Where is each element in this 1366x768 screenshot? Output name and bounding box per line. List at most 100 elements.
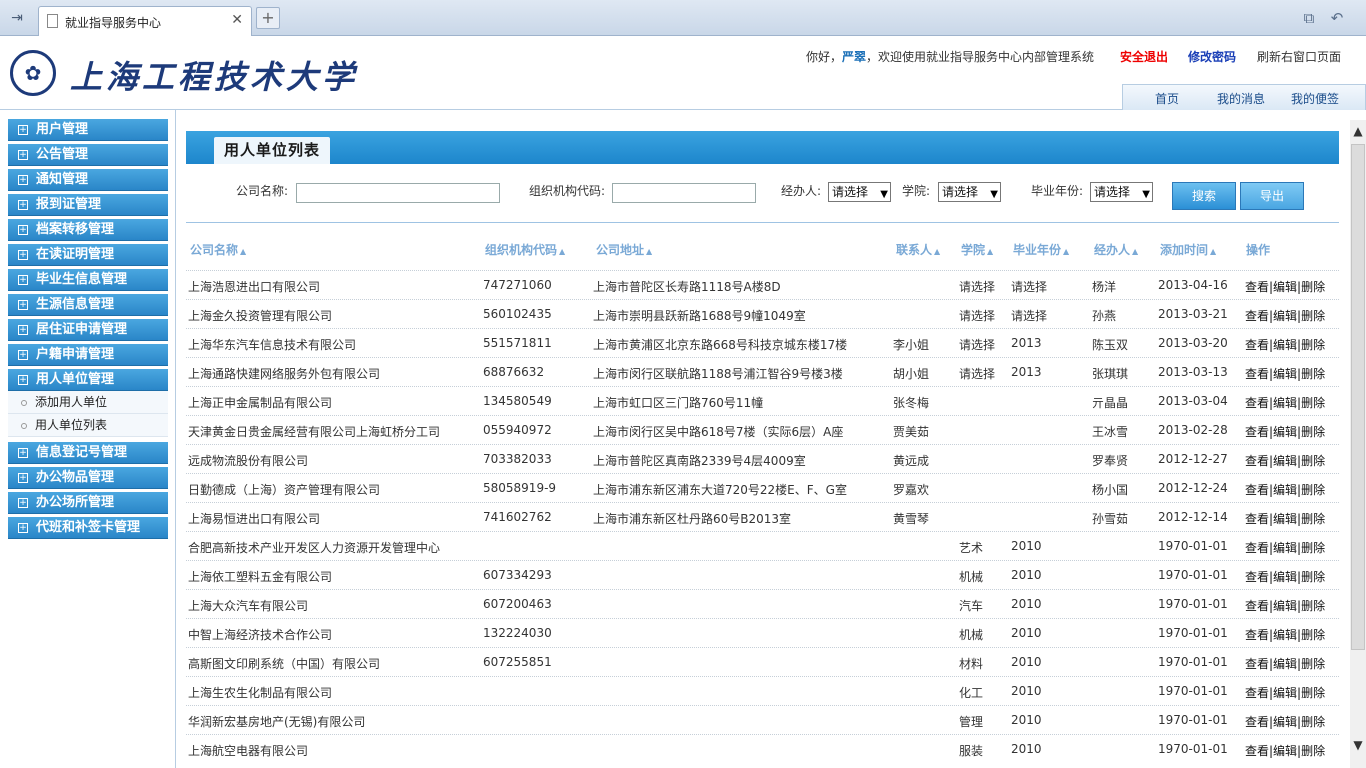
cell-added-date: 1970-01-01 bbox=[1158, 568, 1228, 582]
row-actions[interactable]: 查看|编辑|删除 bbox=[1245, 452, 1325, 469]
agent-select-value: 请选择 bbox=[832, 185, 869, 199]
cell-added-date: 1970-01-01 bbox=[1158, 713, 1228, 727]
sidebar-subitem-employer-list[interactable]: 用人单位列表 bbox=[8, 414, 168, 437]
row-actions[interactable]: 查看|编辑|删除 bbox=[1245, 423, 1325, 440]
sidebar-item-office-space[interactable]: + 办公场所管理 bbox=[8, 492, 168, 514]
agent-select[interactable]: 请选择 ▼ bbox=[828, 182, 891, 202]
cell-org-code: 607255851 bbox=[483, 655, 552, 669]
sidebar-item-registration-number[interactable]: + 信息登记号管理 bbox=[8, 442, 168, 464]
table-row: 日勤德成（上海）资产管理有限公司 58058919-9 上海市浦东新区浦东大道720… bbox=[186, 473, 1339, 502]
sidebar-item-household-registration[interactable]: + 户籍申请管理 bbox=[8, 344, 168, 366]
row-actions[interactable]: 查看|编辑|删除 bbox=[1245, 365, 1325, 382]
row-actions[interactable]: 查看|编辑|删除 bbox=[1245, 394, 1325, 411]
expand-icon: + bbox=[18, 174, 28, 185]
cell-agent: 杨洋 bbox=[1092, 280, 1117, 294]
table-row: 上海华东汽车信息技术有限公司 551571811 上海市黄浦区北京东路668号科技京… bbox=[186, 328, 1339, 357]
sidebar-item-employers[interactable]: + 用人单位管理 bbox=[8, 369, 168, 391]
sidebar-item-announcements[interactable]: + 公告管理 bbox=[8, 144, 168, 166]
cell-address: 上海市闵行区吴中路618号7楼（实际6层）A座 bbox=[593, 425, 844, 439]
sidebar-item-shift-cards[interactable]: + 代班和补签卡管理 bbox=[8, 517, 168, 539]
col-header-org-code[interactable]: 组织机构代码 ▲ bbox=[485, 241, 565, 258]
college-select[interactable]: 请选择 ▼ bbox=[938, 182, 1001, 202]
sidebar-item-office-supplies[interactable]: + 办公物品管理 bbox=[8, 467, 168, 489]
sidebar-item-archive-transfer[interactable]: + 档案转移管理 bbox=[8, 219, 168, 241]
cell-college: 请选择 bbox=[959, 367, 996, 381]
sidebar-subitem-add-employer[interactable]: 添加用人单位 bbox=[8, 391, 168, 414]
cell-company: 上海华东汽车信息技术有限公司 bbox=[188, 338, 357, 352]
sidebar-item-graduate-info[interactable]: + 毕业生信息管理 bbox=[8, 269, 168, 291]
restore-window-icon[interactable]: ⧉ bbox=[1298, 8, 1320, 28]
scrollbar[interactable]: ▲ ▼ bbox=[1350, 120, 1366, 768]
table-row: 上海大众汽车有限公司 607200463 汽车 2010 1970-01-01 查看|编辑… bbox=[186, 589, 1339, 618]
sidebar-item-enrollment-proof[interactable]: + 在读证明管理 bbox=[8, 244, 168, 266]
sidebar-item-label: 毕业生信息管理 bbox=[36, 272, 128, 287]
main-content: 用人单位列表 公司名称: 组织机构代码: 经办人: 请选择 ▼ 学院: 请选择 ▼ … bbox=[176, 110, 1366, 768]
change-password-link[interactable]: 修改密码 bbox=[1188, 48, 1236, 65]
undo-icon[interactable]: ↶ bbox=[1326, 8, 1348, 28]
table-row: 上海正申金属制品有限公司 134580549 上海市虹口区三门路760号11幢 张冬梅… bbox=[186, 386, 1339, 415]
sidebar-item-residence-permit[interactable]: + 居住证申请管理 bbox=[8, 319, 168, 341]
close-tab-icon[interactable]: ✕ bbox=[231, 12, 243, 28]
cell-added-date: 1970-01-01 bbox=[1158, 597, 1228, 611]
table-row: 上海金久投资管理有限公司 560102435 上海市崇明县跃新路1688号9幢104… bbox=[186, 299, 1339, 328]
sidebar-item-label: 办公场所管理 bbox=[36, 495, 115, 510]
scroll-down-icon[interactable]: ▼ bbox=[1350, 734, 1366, 756]
sidebar-item-users[interactable]: + 用户管理 bbox=[8, 119, 168, 141]
col-header-college[interactable]: 学院 ▲ bbox=[961, 241, 993, 258]
sidebar-item-student-source[interactable]: + 生源信息管理 bbox=[8, 294, 168, 316]
row-actions[interactable]: 查看|编辑|删除 bbox=[1245, 307, 1325, 324]
tab-home[interactable]: 首页 bbox=[1155, 90, 1179, 107]
tab-my-notes[interactable]: 我的便签 bbox=[1291, 90, 1339, 107]
logout-link[interactable]: 安全退出 bbox=[1120, 48, 1168, 65]
sort-up-icon: ▲ bbox=[240, 247, 247, 256]
row-actions[interactable]: 查看|编辑|删除 bbox=[1245, 684, 1325, 701]
col-header-grad-year[interactable]: 毕业年份 ▲ bbox=[1013, 241, 1069, 258]
org-code-input[interactable] bbox=[612, 183, 756, 203]
expand-icon: + bbox=[18, 447, 28, 458]
col-header-company[interactable]: 公司名称 ▲ bbox=[190, 241, 246, 258]
scroll-up-icon[interactable]: ▲ bbox=[1350, 120, 1366, 142]
row-actions[interactable]: 查看|编辑|删除 bbox=[1245, 336, 1325, 353]
refresh-frame-link[interactable]: 刷新右窗口页面 bbox=[1257, 48, 1341, 65]
sidebar-item-label: 档案转移管理 bbox=[36, 222, 115, 237]
cell-added-date: 2013-02-28 bbox=[1158, 423, 1228, 437]
sidebar-item-notices[interactable]: + 通知管理 bbox=[8, 169, 168, 191]
col-header-actions: 操作 bbox=[1246, 243, 1271, 257]
col-header-agent[interactable]: 经办人 ▲ bbox=[1094, 241, 1138, 258]
cell-company: 上海金久投资管理有限公司 bbox=[188, 309, 333, 323]
col-header-address[interactable]: 公司地址 ▲ bbox=[596, 241, 652, 258]
row-actions[interactable]: 查看|编辑|删除 bbox=[1245, 742, 1325, 759]
row-actions[interactable]: 查看|编辑|删除 bbox=[1245, 510, 1325, 527]
row-actions[interactable]: 查看|编辑|删除 bbox=[1245, 626, 1325, 643]
tab-my-messages[interactable]: 我的消息 bbox=[1217, 90, 1265, 107]
cell-org-code: 58058919-9 bbox=[483, 481, 557, 495]
cell-grad-year: 2010 bbox=[1011, 568, 1042, 582]
row-actions[interactable]: 查看|编辑|删除 bbox=[1245, 539, 1325, 556]
export-button[interactable]: 导出 bbox=[1240, 182, 1304, 210]
row-actions[interactable]: 查看|编辑|删除 bbox=[1245, 278, 1325, 295]
cell-agent: 罗奉贤 bbox=[1092, 454, 1129, 468]
row-actions[interactable]: 查看|编辑|删除 bbox=[1245, 597, 1325, 614]
company-name-input[interactable] bbox=[296, 183, 500, 203]
row-actions[interactable]: 查看|编辑|删除 bbox=[1245, 713, 1325, 730]
sidebar-toggle-icon[interactable]: ⇥ bbox=[6, 8, 28, 28]
new-tab-button[interactable]: + bbox=[256, 7, 280, 29]
search-button[interactable]: 搜索 bbox=[1172, 182, 1236, 210]
col-header-contact[interactable]: 联系人 ▲ bbox=[896, 241, 940, 258]
sidebar-item-label: 公告管理 bbox=[36, 147, 89, 162]
grad-year-select[interactable]: 请选择 ▼ bbox=[1090, 182, 1153, 202]
college-select-value: 请选择 bbox=[942, 185, 979, 199]
browser-tab[interactable]: 就业指导服务中心 ✕ bbox=[38, 6, 252, 36]
row-actions[interactable]: 查看|编辑|删除 bbox=[1245, 655, 1325, 672]
row-actions[interactable]: 查看|编辑|删除 bbox=[1245, 481, 1325, 498]
sort-up-icon: ▲ bbox=[559, 247, 566, 256]
cell-company: 上海正申金属制品有限公司 bbox=[188, 396, 333, 410]
row-actions[interactable]: 查看|编辑|删除 bbox=[1245, 568, 1325, 585]
document-icon bbox=[47, 14, 58, 28]
expand-icon: + bbox=[18, 374, 28, 385]
scroll-thumb[interactable] bbox=[1351, 144, 1365, 650]
sidebar-item-report-cert[interactable]: + 报到证管理 bbox=[8, 194, 168, 216]
col-header-added[interactable]: 添加时间 ▲ bbox=[1160, 241, 1216, 258]
sidebar-item-label: 通知管理 bbox=[36, 172, 89, 187]
table-row: 上海浩恩进出口有限公司 747271060 上海市普陀区长寿路1118号A楼8D 请选… bbox=[186, 270, 1339, 299]
